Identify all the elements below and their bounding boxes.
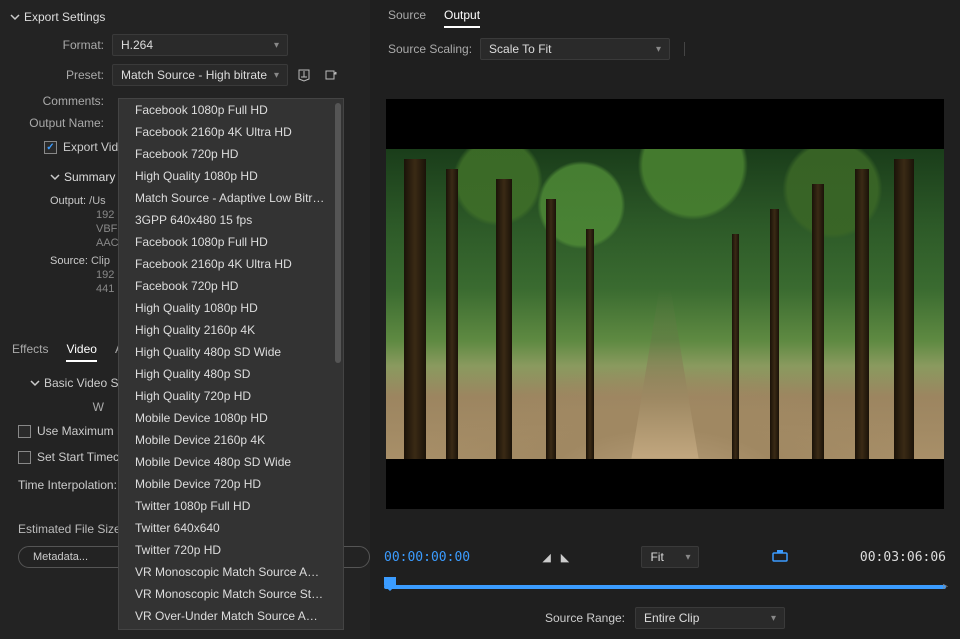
- preset-option[interactable]: 3GPP 640x480 15 fps: [119, 209, 343, 231]
- chevron-down-icon: ▾: [771, 613, 776, 624]
- preset-option[interactable]: Mobile Device 480p SD Wide: [119, 451, 343, 473]
- export-video-checkbox[interactable]: [44, 141, 57, 154]
- preset-label: Preset:: [0, 68, 112, 82]
- preset-option[interactable]: Twitter 720p HD: [119, 539, 343, 561]
- preset-option[interactable]: Facebook 1080p Full HD: [119, 231, 343, 253]
- collapse-summary-icon[interactable]: [50, 172, 58, 182]
- timeline-track[interactable]: [384, 585, 946, 589]
- preset-option[interactable]: Twitter 640x640: [119, 517, 343, 539]
- preset-select[interactable]: Match Source - High bitrate ▾: [112, 64, 288, 86]
- source-range-label: Source Range:: [545, 611, 625, 625]
- preview-wrap: [370, 70, 960, 537]
- chevron-down-icon: ▾: [656, 44, 661, 55]
- source-scaling-label: Source Scaling:: [388, 42, 472, 56]
- preset-option[interactable]: Match Source - Adaptive Low Bitrate: [119, 187, 343, 209]
- export-settings-panel: Export Settings Format: H.264 ▾ Preset: …: [0, 0, 370, 639]
- preset-option[interactable]: High Quality 1080p HD: [119, 165, 343, 187]
- format-value: H.264: [121, 38, 153, 52]
- preset-option[interactable]: High Quality 1080p HD: [119, 297, 343, 319]
- tab-output[interactable]: Output: [444, 8, 480, 28]
- tab-video[interactable]: Video: [66, 342, 96, 362]
- in-out-buttons: ◢ ◣: [542, 551, 569, 564]
- preset-option[interactable]: Facebook 720p HD: [119, 143, 343, 165]
- export-settings-header: Export Settings: [0, 0, 370, 30]
- preset-option[interactable]: Facebook 2160p 4K Ultra HD: [119, 121, 343, 143]
- est-label: Estimated File Size:: [18, 522, 124, 536]
- summary-title: Summary: [64, 170, 115, 184]
- source-scaling-value: Scale To Fit: [489, 42, 551, 56]
- preset-option[interactable]: Facebook 1080p Full HD: [119, 99, 343, 121]
- width-label: W: [0, 400, 112, 414]
- source-range-value: Entire Clip: [644, 611, 699, 625]
- preset-option[interactable]: VR Over-Under Match Source Stereo Audio: [119, 627, 343, 630]
- collapse-export-icon[interactable]: [10, 12, 18, 22]
- collapse-basic-icon[interactable]: [30, 378, 38, 388]
- source-range-select[interactable]: Entire Clip ▾: [635, 607, 785, 629]
- format-row: Format: H.264 ▾: [0, 30, 370, 60]
- preset-option[interactable]: High Quality 480p SD Wide: [119, 341, 343, 363]
- max-render-checkbox[interactable]: [18, 425, 31, 438]
- chevron-down-icon: ▾: [274, 40, 279, 51]
- chevron-down-icon: ▾: [685, 552, 690, 563]
- mark-in-icon[interactable]: ◢: [542, 551, 550, 564]
- transport-bar: 00:00:00:00 ◢ ◣ Fit ▾ 00:03:06:06 ▹ Sour…: [370, 537, 960, 639]
- transport-row: 00:00:00:00 ◢ ◣ Fit ▾ 00:03:06:06: [384, 545, 946, 569]
- preview-panel: Source Output Source Scaling: Scale To F…: [370, 0, 960, 639]
- preset-option[interactable]: VR Over-Under Match Source Ambisonics: [119, 605, 343, 627]
- preset-dropdown[interactable]: Facebook 1080p Full HDFacebook 2160p 4K …: [118, 98, 344, 630]
- preset-option[interactable]: Mobile Device 1080p HD: [119, 407, 343, 429]
- preset-option[interactable]: Mobile Device 2160p 4K: [119, 429, 343, 451]
- preset-option[interactable]: VR Monoscopic Match Source Ambisonics: [119, 561, 343, 583]
- time-interp-label: Time Interpolation:: [18, 478, 117, 492]
- scrollbar-thumb[interactable]: [335, 103, 341, 363]
- preview-image: [386, 149, 944, 459]
- source-scaling-row: Source Scaling: Scale To Fit ▾: [370, 28, 960, 70]
- preview-monitor[interactable]: [386, 99, 944, 509]
- preset-option[interactable]: High Quality 2160p 4K: [119, 319, 343, 341]
- preview-tabs: Source Output: [370, 0, 960, 28]
- timeline[interactable]: ▹: [384, 575, 946, 597]
- preset-row: Preset: Match Source - High bitrate ▾: [0, 60, 370, 90]
- mark-out-icon[interactable]: ◣: [561, 551, 569, 564]
- timecode-duration: 00:03:06:06: [860, 550, 946, 565]
- preset-option[interactable]: Twitter 1080p Full HD: [119, 495, 343, 517]
- preset-option[interactable]: Facebook 720p HD: [119, 275, 343, 297]
- export-settings-title: Export Settings: [24, 10, 105, 24]
- preset-option[interactable]: VR Monoscopic Match Source Stereo Audio: [119, 583, 343, 605]
- import-preset-icon[interactable]: [320, 65, 340, 85]
- save-preset-icon[interactable]: [294, 65, 314, 85]
- preset-option[interactable]: High Quality 480p SD: [119, 363, 343, 385]
- preset-option[interactable]: Facebook 2160p 4K Ultra HD: [119, 253, 343, 275]
- tab-source[interactable]: Source: [388, 8, 426, 28]
- preset-value: Match Source - High bitrate: [121, 68, 267, 82]
- start-tc-checkbox[interactable]: [18, 451, 31, 464]
- output-name-label: Output Name:: [0, 116, 112, 130]
- preset-controls: Match Source - High bitrate ▾: [112, 64, 340, 86]
- timecode-current[interactable]: 00:00:00:00: [384, 550, 470, 565]
- fit-label: Fit: [650, 550, 663, 564]
- format-label: Format:: [0, 38, 112, 52]
- divider: [684, 42, 690, 56]
- safe-margins-icon[interactable]: [772, 550, 788, 564]
- preset-option[interactable]: Mobile Device 720p HD: [119, 473, 343, 495]
- preset-option[interactable]: High Quality 720p HD: [119, 385, 343, 407]
- timeline-out-marker[interactable]: ▹: [943, 581, 948, 592]
- tab-effects[interactable]: Effects: [12, 342, 48, 362]
- format-select[interactable]: H.264 ▾: [112, 34, 288, 56]
- zoom-fit-select[interactable]: Fit ▾: [641, 546, 699, 568]
- comments-label: Comments:: [0, 94, 112, 108]
- source-scaling-select[interactable]: Scale To Fit ▾: [480, 38, 670, 60]
- source-range-row: Source Range: Entire Clip ▾: [384, 601, 946, 639]
- chevron-down-icon: ▾: [274, 70, 279, 81]
